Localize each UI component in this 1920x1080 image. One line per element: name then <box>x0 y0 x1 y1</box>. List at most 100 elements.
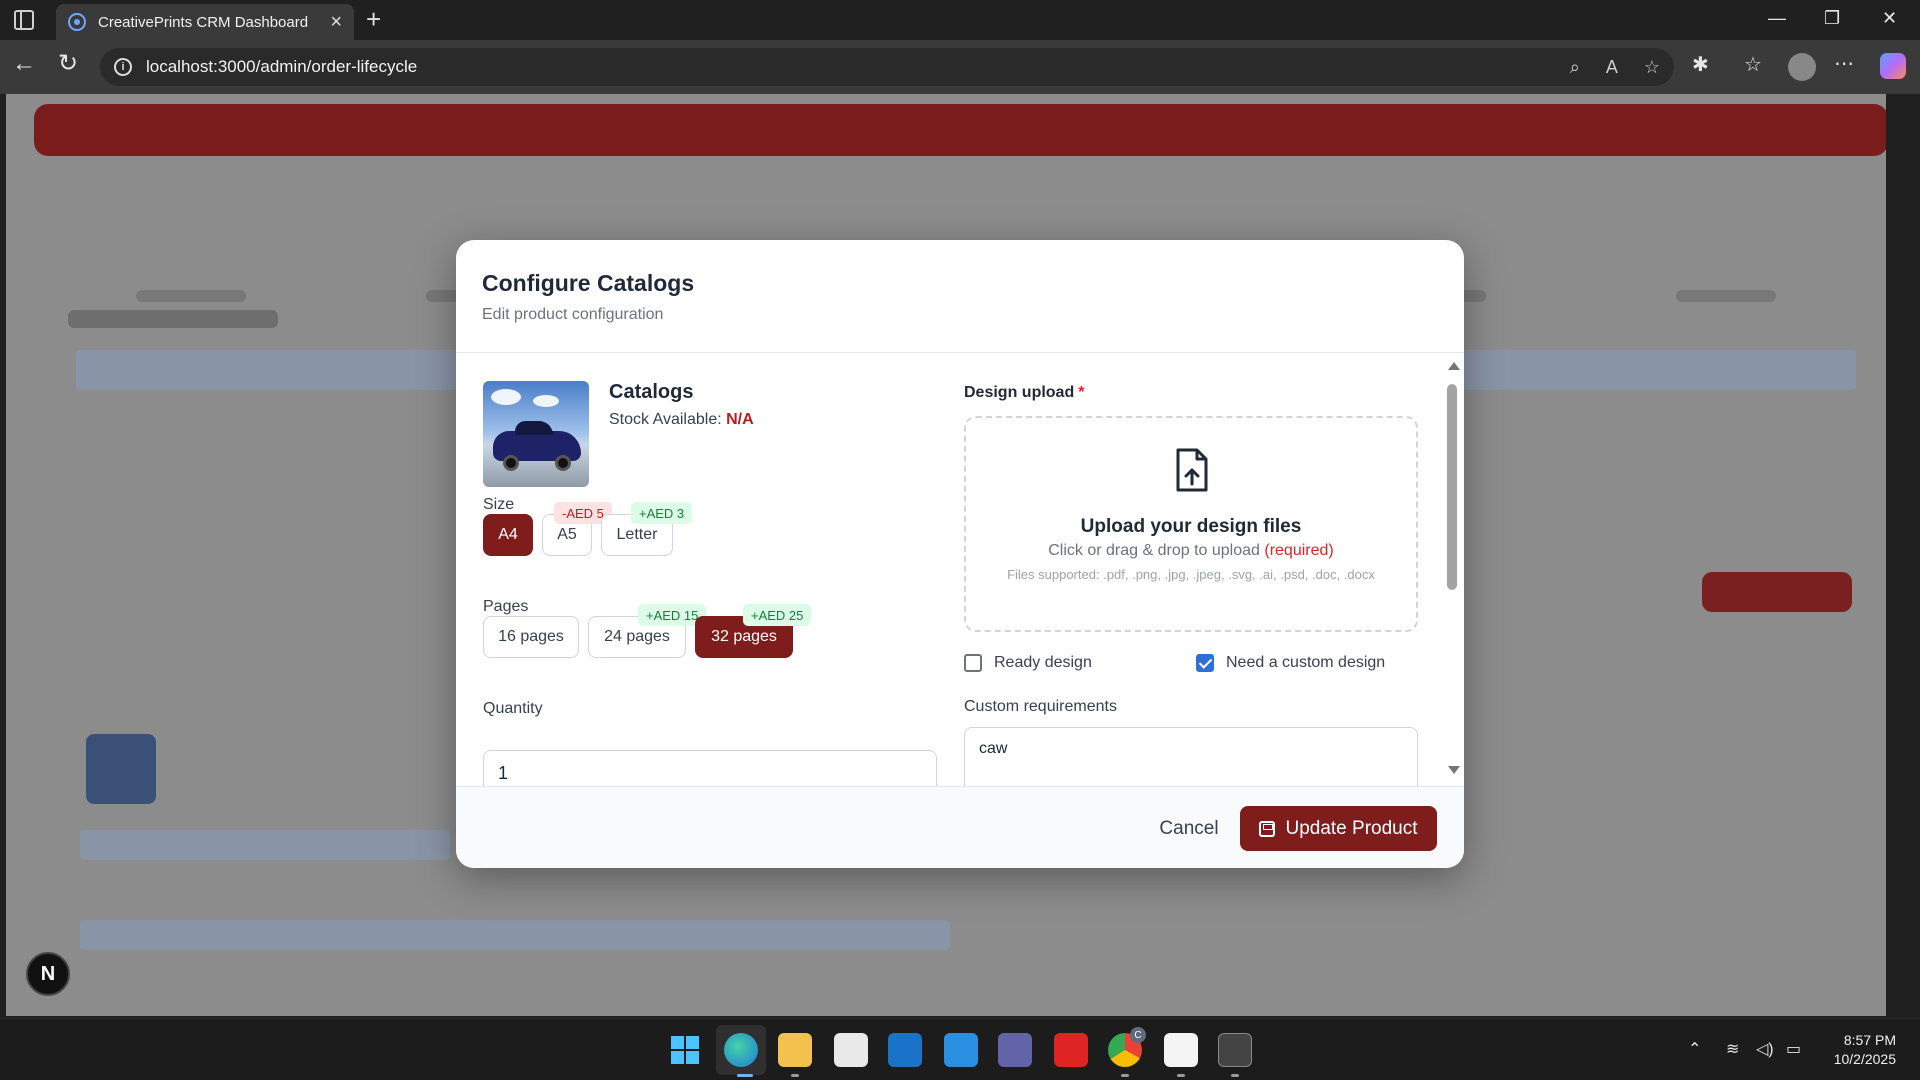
blurred-field <box>80 830 450 860</box>
quantity-label: Quantity <box>483 700 543 717</box>
modal-title: Configure Catalogs <box>482 270 695 296</box>
modal-subtitle: Edit product configuration <box>482 306 664 323</box>
browser-tab[interactable]: CreativePrints CRM Dashboard × <box>56 4 354 40</box>
pages-label: Pages <box>483 598 529 615</box>
product-image <box>483 381 589 487</box>
blurred-text <box>136 290 246 302</box>
ready-design-checkbox[interactable] <box>964 654 982 672</box>
edge-browser-icon[interactable] <box>724 1033 758 1067</box>
dropzone-subtitle: Click or drag & drop to upload (required… <box>966 542 1416 560</box>
modal-footer: Cancel Update Product <box>456 786 1464 868</box>
scroll-up-arrow-icon[interactable] <box>1448 362 1460 370</box>
product-name: Catalogs <box>609 381 694 403</box>
size-label: Size <box>483 496 515 513</box>
blurred-text <box>1676 290 1776 302</box>
close-window-icon[interactable]: ✕ <box>1882 8 1897 29</box>
chrome-profile-badge: C <box>1130 1027 1146 1043</box>
stock-value: N/A <box>726 411 754 428</box>
design-dropzone[interactable]: Upload your design files Click or drag &… <box>964 416 1418 632</box>
zoom-icon[interactable]: ⌕ <box>1570 57 1580 78</box>
favorite-star-icon[interactable]: ☆ <box>1644 57 1660 78</box>
ready-design-option[interactable]: Ready design <box>964 654 1092 672</box>
url-bar[interactable]: i localhost:3000/admin/order-lifecycle ⌕… <box>100 48 1674 86</box>
save-icon <box>1259 820 1276 837</box>
app-navbar <box>34 104 1886 156</box>
size-letter-price-badge: +AED 3 <box>631 502 693 524</box>
running-indicator <box>1121 1074 1129 1077</box>
volume-icon[interactable]: ◁) <box>1756 1039 1774 1059</box>
scroll-down-arrow-icon[interactable] <box>1448 766 1460 774</box>
system-clock[interactable]: 8:57 PM 10/2/2025 <box>1824 1031 1896 1069</box>
active-indicator <box>737 1074 753 1077</box>
clock-date: 10/2/2025 <box>1833 1051 1896 1067</box>
pages-option-16[interactable]: 16 pages <box>483 616 579 658</box>
files-supported-text: Files supported: .pdf, .png, .jpg, .jpeg… <box>1007 567 1375 582</box>
url-text[interactable]: localhost:3000/admin/order-lifecycle <box>146 57 1544 77</box>
custom-design-option[interactable]: Need a custom design <box>1196 654 1385 672</box>
wifi-icon[interactable]: ≋ <box>1726 1039 1739 1059</box>
file-explorer-icon[interactable] <box>778 1033 812 1067</box>
design-upload-label-text: Design upload <box>964 384 1075 401</box>
show-hidden-icons-chevron-icon[interactable]: ⌃ <box>1688 1039 1701 1059</box>
windows-taskbar: C ⌃ ≋ ◁) ▭ 8:57 PM 10/2/2025 <box>0 1018 1920 1080</box>
more-menu-icon[interactable]: ⋯ <box>1834 54 1854 74</box>
stock-info: Stock Available: N/A <box>609 411 754 429</box>
running-indicator <box>1231 1074 1239 1077</box>
read-aloud-icon[interactable]: A <box>1606 57 1618 78</box>
browser-tab-bar: CreativePrints CRM Dashboard × + — ❐ ✕ <box>0 0 1920 40</box>
dropzone-instruction: Click or drag & drop to upload <box>1048 542 1260 559</box>
terminal-icon[interactable] <box>1218 1033 1252 1067</box>
windows-start-icon[interactable] <box>668 1033 702 1067</box>
modal-scrollbar[interactable] <box>1446 362 1460 782</box>
site-info-icon[interactable]: i <box>114 58 132 76</box>
required-asterisk: * <box>1078 384 1085 401</box>
profile-avatar[interactable] <box>1788 53 1816 81</box>
outlook-icon[interactable] <box>888 1033 922 1067</box>
design-upload-label: Design upload * <box>964 384 1084 402</box>
update-product-button[interactable]: Update Product <box>1240 806 1437 851</box>
custom-design-label[interactable]: Need a custom design <box>1226 654 1385 672</box>
custom-requirements-textarea[interactable]: caw <box>964 727 1418 786</box>
close-tab-icon[interactable]: × <box>330 12 342 32</box>
modal-body[interactable]: Catalogs Stock Available: N/A Size A4 A5… <box>456 354 1464 786</box>
cube-app-icon[interactable] <box>1164 1033 1198 1067</box>
copilot-icon[interactable] <box>1880 53 1906 79</box>
update-product-label: Update Product <box>1285 817 1418 839</box>
vscode-icon[interactable] <box>944 1033 978 1067</box>
extensions-icon[interactable]: ✱ <box>1692 55 1709 75</box>
back-icon[interactable]: ← <box>12 52 36 76</box>
scrollbar-thumb[interactable] <box>1447 384 1457 590</box>
pages-32-price-badge: +AED 25 <box>743 604 812 626</box>
wps-office-icon[interactable] <box>1054 1033 1088 1067</box>
modal-header: Configure Catalogs Edit product configur… <box>456 240 1464 353</box>
clock-time: 8:57 PM <box>1843 1032 1896 1048</box>
tab-title: CreativePrints CRM Dashboard <box>98 13 309 31</box>
dropzone-title: Upload your design files <box>1080 516 1302 537</box>
blurred-image <box>86 734 156 804</box>
running-indicator <box>1177 1074 1185 1077</box>
tab-actions-icon[interactable] <box>14 10 34 30</box>
stock-label: Stock Available: <box>609 411 722 428</box>
restore-icon[interactable]: ❐ <box>1824 8 1840 29</box>
teams-icon[interactable] <box>998 1033 1032 1067</box>
microsoft-store-icon[interactable] <box>834 1033 868 1067</box>
favorites-icon[interactable]: ☆ <box>1744 55 1762 75</box>
address-bar-row: ← ↻ i localhost:3000/admin/order-lifecyc… <box>0 40 1920 94</box>
ready-design-label[interactable]: Ready design <box>994 654 1092 672</box>
battery-icon[interactable]: ▭ <box>1786 1039 1801 1059</box>
refresh-icon[interactable]: ↻ <box>58 52 78 76</box>
quantity-input[interactable]: 1 <box>483 750 937 786</box>
custom-requirements-label: Custom requirements <box>964 698 1117 715</box>
custom-design-checkbox[interactable] <box>1196 654 1214 672</box>
size-option-a4[interactable]: A4 <box>483 514 533 556</box>
minimize-icon[interactable]: — <box>1768 8 1786 29</box>
react-favicon-icon <box>68 13 86 31</box>
running-indicator <box>791 1074 799 1077</box>
blurred-field <box>80 920 950 950</box>
cancel-button[interactable]: Cancel <box>1132 807 1246 851</box>
file-upload-icon <box>1176 448 1208 492</box>
blurred-heading <box>68 310 278 328</box>
configure-product-modal: Configure Catalogs Edit product configur… <box>456 240 1464 868</box>
nextjs-badge[interactable]: N <box>26 952 70 996</box>
new-tab-icon[interactable]: + <box>366 6 381 32</box>
